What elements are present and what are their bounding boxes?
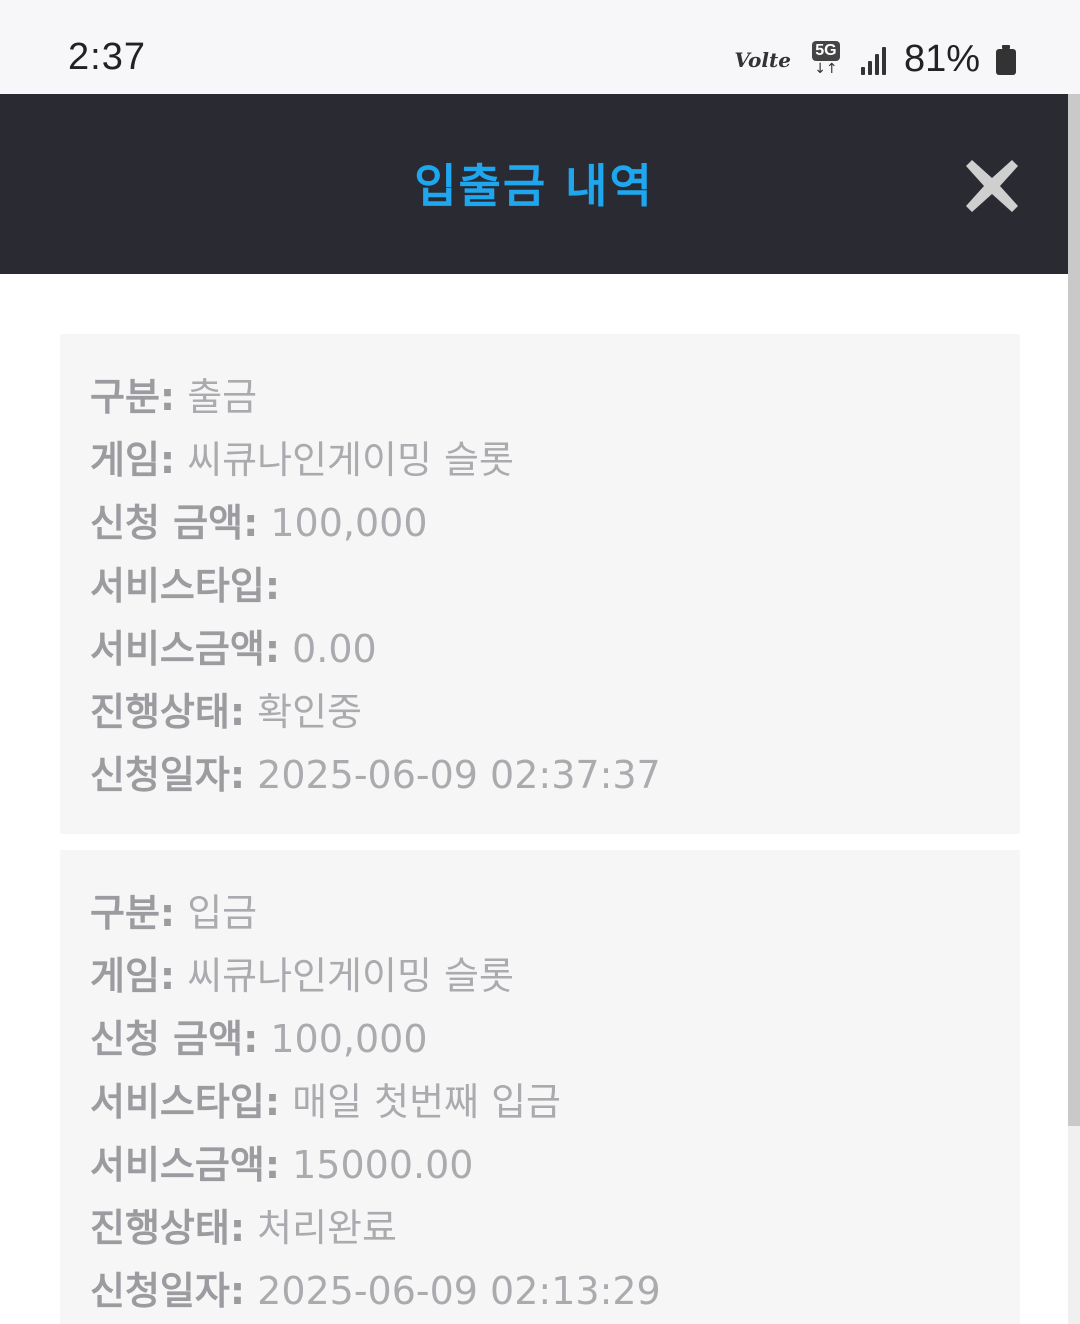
type-label: 구분	[90, 891, 160, 935]
amount-label: 신청 금액	[90, 501, 244, 545]
service-amount-label: 서비스금액	[90, 627, 265, 671]
row-date: 신청일자: 2025-06-09 02:37:37	[90, 753, 661, 797]
service-type-label: 서비스타입	[90, 1080, 265, 1124]
game-label: 게임	[90, 438, 160, 482]
row-service-amount: 서비스금액: 15000.00	[90, 1143, 474, 1187]
transaction-card: 구분: 출금 게임: 씨큐나인게이밍 슬롯 신청 금액: 100,000 서비스…	[60, 334, 1020, 834]
row-type: 구분: 입금	[90, 891, 258, 935]
page-title: 입출금 내역	[414, 159, 654, 213]
game-label: 게임	[90, 954, 160, 998]
type-value: 입금	[187, 891, 258, 935]
status-value: 처리완료	[257, 1206, 397, 1250]
row-amount: 신청 금액: 100,000	[90, 501, 428, 545]
row-status: 진행상태: 확인중	[90, 690, 363, 734]
row-type: 구분: 출금	[90, 375, 258, 419]
row-service-amount: 서비스금액: 0.00	[90, 627, 377, 671]
data-arrows-icon: ↓↑	[814, 60, 838, 77]
row-amount: 신청 금액: 100,000	[90, 1017, 428, 1061]
battery-icon	[996, 44, 1016, 75]
network-type-label: 5G	[812, 40, 840, 61]
row-service-type: 서비스타입: 매일 첫번째 입금	[90, 1080, 561, 1124]
5g-icon: 5G ↓↑	[809, 40, 843, 79]
row-status: 진행상태: 처리완료	[90, 1206, 397, 1250]
amount-label: 신청 금액	[90, 1017, 244, 1061]
date-label: 신청일자	[90, 753, 230, 797]
row-service-type: 서비스타입:	[90, 564, 281, 608]
modal-header: 입출금 내역	[0, 94, 1068, 274]
status-icons: Volte 5G ↓↑ 81%	[734, 38, 1016, 81]
type-value: 출금	[187, 375, 258, 419]
game-value: 씨큐나인게이밍 슬롯	[187, 438, 514, 482]
close-x-icon	[966, 160, 1018, 212]
date-value: 2025-06-09 02:13:29	[257, 1269, 661, 1313]
amount-value: 100,000	[270, 501, 428, 545]
battery-percent: 81%	[903, 38, 980, 80]
close-button[interactable]	[962, 156, 1022, 216]
service-amount-label: 서비스금액	[90, 1143, 265, 1187]
service-type-value: 매일 첫번째 입금	[292, 1080, 561, 1124]
row-date: 신청일자: 2025-06-09 02:13:29	[90, 1269, 661, 1313]
scrollbar-thumb[interactable]	[1068, 94, 1080, 1126]
game-value: 씨큐나인게이밍 슬롯	[187, 954, 514, 998]
service-type-label: 서비스타입	[90, 564, 265, 608]
date-value: 2025-06-09 02:37:37	[257, 753, 661, 797]
date-label: 신청일자	[90, 1269, 230, 1313]
type-label: 구분	[90, 375, 160, 419]
service-amount-value: 15000.00	[292, 1143, 474, 1187]
service-amount-value: 0.00	[292, 627, 377, 671]
status-time: 2:37	[68, 36, 146, 78]
status-value: 확인중	[257, 690, 363, 734]
row-game: 게임: 씨큐나인게이밍 슬롯	[90, 438, 514, 482]
status-bar: 2:37 Volte 5G ↓↑ 81%	[0, 0, 1080, 94]
row-game: 게임: 씨큐나인게이밍 슬롯	[90, 954, 514, 998]
status-label: 진행상태	[90, 690, 230, 734]
signal-icon	[860, 45, 886, 75]
volte-icon: Volte	[734, 47, 791, 72]
transaction-card: 구분: 입금 게임: 씨큐나인게이밍 슬롯 신청 금액: 100,000 서비스…	[60, 850, 1020, 1324]
amount-value: 100,000	[270, 1017, 428, 1061]
status-label: 진행상태	[90, 1206, 230, 1250]
